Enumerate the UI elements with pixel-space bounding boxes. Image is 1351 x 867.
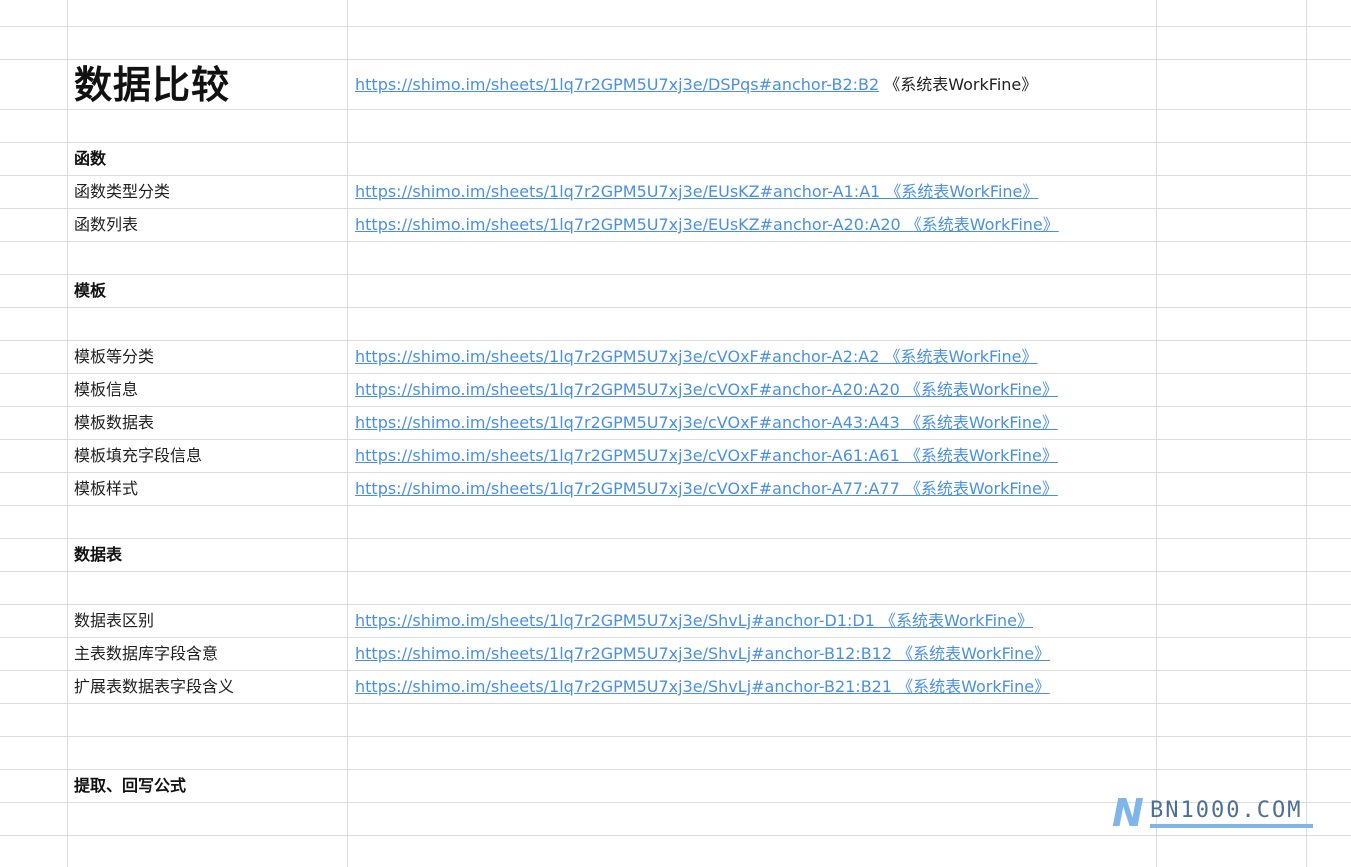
row-link[interactable]: https://shimo.im/sheets/1lq7r2GPM5U7xj3e… bbox=[355, 374, 1058, 406]
sheet-title[interactable]: 数据比较 bbox=[74, 60, 230, 110]
row-link[interactable]: https://shimo.im/sheets/1lq7r2GPM5U7xj3e… bbox=[355, 605, 1033, 637]
row-divider bbox=[0, 307, 1351, 308]
row-link[interactable]: https://shimo.im/sheets/1lq7r2GPM5U7xj3e… bbox=[355, 638, 1050, 670]
watermark-logo: N BN1000.COM bbox=[1112, 791, 1317, 835]
row-label[interactable]: 扩展表数据表字段含义 bbox=[74, 671, 234, 703]
row-divider bbox=[0, 835, 1351, 836]
section-heading-templates[interactable]: 模板 bbox=[74, 275, 106, 307]
section-heading-formulas[interactable]: 提取、回写公式 bbox=[74, 770, 186, 802]
row-divider bbox=[0, 505, 1351, 506]
row-divider bbox=[0, 274, 1351, 275]
hyperlink[interactable]: https://shimo.im/sheets/1lq7r2GPM5U7xj3e… bbox=[355, 413, 1058, 432]
hyperlink[interactable]: https://shimo.im/sheets/1lq7r2GPM5U7xj3e… bbox=[355, 446, 1058, 465]
row-divider bbox=[0, 769, 1351, 770]
watermark-text: BN1000.COM bbox=[1150, 798, 1303, 823]
row-divider bbox=[0, 736, 1351, 737]
section-heading-functions[interactable]: 函数 bbox=[74, 143, 106, 175]
hyperlink[interactable]: https://shimo.im/sheets/1lq7r2GPM5U7xj3e… bbox=[355, 479, 1058, 498]
row-divider bbox=[0, 703, 1351, 704]
hyperlink[interactable]: https://shimo.im/sheets/1lq7r2GPM5U7xj3e… bbox=[355, 677, 1050, 696]
row-label[interactable]: 模板填充字段信息 bbox=[74, 440, 202, 472]
row-divider bbox=[0, 241, 1351, 242]
title-link[interactable]: https://shimo.im/sheets/1lq7r2GPM5U7xj3e… bbox=[355, 75, 879, 94]
row-link[interactable]: https://shimo.im/sheets/1lq7r2GPM5U7xj3e… bbox=[355, 341, 1038, 373]
row-divider bbox=[0, 26, 1351, 27]
row-divider bbox=[0, 142, 1351, 143]
row-link[interactable]: https://shimo.im/sheets/1lq7r2GPM5U7xj3e… bbox=[355, 671, 1050, 703]
row-divider bbox=[0, 538, 1351, 539]
watermark-mark: N bbox=[1112, 791, 1144, 835]
title-link-suffix: 《系统表WorkFine》 bbox=[879, 75, 1038, 94]
hyperlink[interactable]: https://shimo.im/sheets/1lq7r2GPM5U7xj3e… bbox=[355, 215, 1059, 234]
row-label[interactable]: 模板等分类 bbox=[74, 341, 154, 373]
row-label[interactable]: 模板数据表 bbox=[74, 407, 154, 439]
row-label[interactable]: 函数列表 bbox=[74, 209, 138, 241]
row-divider bbox=[0, 571, 1351, 572]
title-link-cell[interactable]: https://shimo.im/sheets/1lq7r2GPM5U7xj3e… bbox=[355, 69, 1037, 101]
hyperlink[interactable]: https://shimo.im/sheets/1lq7r2GPM5U7xj3e… bbox=[355, 611, 1033, 630]
hyperlink[interactable]: https://shimo.im/sheets/1lq7r2GPM5U7xj3e… bbox=[355, 380, 1058, 399]
row-link[interactable]: https://shimo.im/sheets/1lq7r2GPM5U7xj3e… bbox=[355, 176, 1038, 208]
hyperlink[interactable]: https://shimo.im/sheets/1lq7r2GPM5U7xj3e… bbox=[355, 347, 1038, 366]
row-link[interactable]: https://shimo.im/sheets/1lq7r2GPM5U7xj3e… bbox=[355, 473, 1058, 505]
row-label[interactable]: 模板样式 bbox=[74, 473, 138, 505]
row-label[interactable]: 模板信息 bbox=[74, 374, 138, 406]
hyperlink[interactable]: https://shimo.im/sheets/1lq7r2GPM5U7xj3e… bbox=[355, 182, 1038, 201]
watermark-underline bbox=[1150, 824, 1313, 828]
row-link[interactable]: https://shimo.im/sheets/1lq7r2GPM5U7xj3e… bbox=[355, 407, 1058, 439]
section-heading-datatables[interactable]: 数据表 bbox=[74, 539, 122, 571]
row-label[interactable]: 函数类型分类 bbox=[74, 176, 170, 208]
row-label[interactable]: 数据表区别 bbox=[74, 605, 154, 637]
hyperlink[interactable]: https://shimo.im/sheets/1lq7r2GPM5U7xj3e… bbox=[355, 644, 1050, 663]
row-link[interactable]: https://shimo.im/sheets/1lq7r2GPM5U7xj3e… bbox=[355, 209, 1059, 241]
row-label[interactable]: 主表数据库字段含意 bbox=[74, 638, 218, 670]
row-link[interactable]: https://shimo.im/sheets/1lq7r2GPM5U7xj3e… bbox=[355, 440, 1058, 472]
